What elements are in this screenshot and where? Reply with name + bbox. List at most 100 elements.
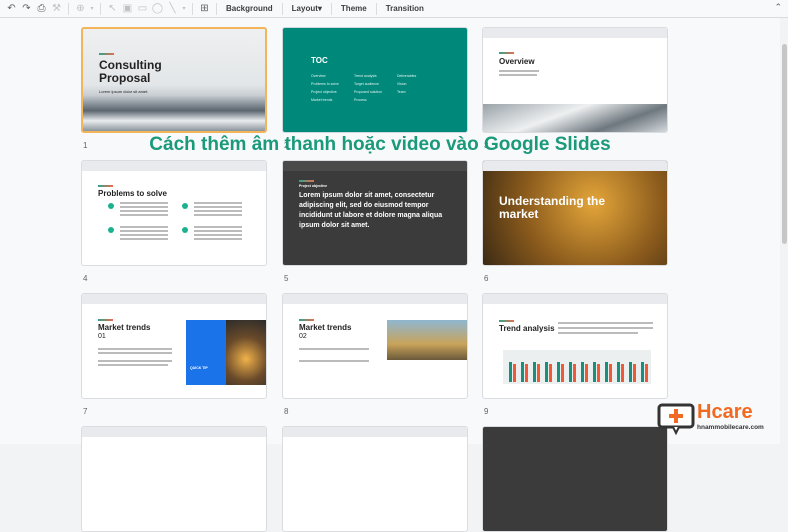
undo-icon[interactable]: ↶: [4, 1, 19, 17]
chart-bar: [537, 364, 540, 382]
text-line: [98, 360, 172, 362]
slide-header: [82, 427, 266, 437]
logo-url: hnammobilecare.com: [697, 424, 764, 431]
phone-plus-icon: [657, 403, 695, 436]
toolbar: ↶ ↷ ⎙ ⚒ ⊕ ▾ ↖ ▣ ▭ ◯ ╲ ▾ ⊞ Background Lay…: [0, 0, 788, 18]
select-icon[interactable]: ↖: [105, 1, 120, 17]
slide-title: Market trends: [299, 323, 352, 332]
slide-8[interactable]: Market trends 02: [282, 293, 468, 399]
slide-number: 8: [284, 407, 289, 416]
divider: [100, 2, 101, 15]
slide-header: [483, 294, 667, 304]
transition-button[interactable]: Transition: [381, 4, 429, 13]
scrollbar[interactable]: [780, 18, 788, 444]
slide-10[interactable]: [81, 426, 267, 532]
divider: [330, 2, 332, 15]
chart-bar: [617, 362, 620, 382]
text-line: [558, 322, 653, 324]
toc-item: Vision: [397, 82, 407, 86]
chart-bar: [545, 362, 548, 382]
bullet-dot: [108, 227, 114, 233]
slide-5[interactable]: Project objective Lorem ipsum dolor sit …: [282, 160, 468, 266]
divider: [216, 2, 217, 15]
slide-12[interactable]: [482, 426, 668, 532]
print-icon[interactable]: ⎙: [34, 1, 49, 17]
text-line: [194, 226, 242, 228]
theme-button[interactable]: Theme: [336, 4, 372, 13]
slide-title: TOC: [311, 56, 328, 65]
scrollbar-thumb[interactable]: [782, 44, 787, 244]
layout-button[interactable]: Layout▾: [287, 4, 327, 13]
accent-bar: [99, 53, 114, 55]
chart-bar: [629, 362, 632, 382]
toc-item: Trend analysis: [354, 74, 377, 78]
slide-number: 5: [284, 274, 289, 283]
toc-item: Problems to solve: [311, 82, 339, 86]
slide-title: Overview: [499, 57, 535, 66]
shape-icon[interactable]: ◯: [150, 1, 165, 17]
slide-4[interactable]: Problems to solve: [81, 160, 267, 266]
background-button[interactable]: Background: [221, 4, 278, 13]
hcare-logo: Hcare hnammobilecare.com: [655, 401, 785, 441]
toc-item: Deliverables: [397, 74, 417, 78]
slide-subtitle: Lorem ipsum dolor sit amet.: [99, 89, 149, 94]
quick-tip-panel: QUICK TIP: [186, 320, 226, 385]
accent-bar: [499, 320, 514, 322]
slide-1[interactable]: Consulting Proposal Lorem ipsum dolor sit…: [81, 27, 267, 133]
slide-number: 7: [83, 407, 88, 416]
textbox-icon[interactable]: ▣: [120, 1, 135, 17]
text-line: [558, 332, 638, 334]
chart-bar: [549, 364, 552, 382]
slide-number: 6: [484, 274, 489, 283]
text-line: [499, 74, 537, 76]
layout-label: Layout: [291, 4, 318, 13]
chart-bar: [605, 362, 608, 382]
chart-bar: [569, 362, 572, 382]
chevron-down-icon[interactable]: ▾: [88, 1, 96, 17]
text-line: [120, 214, 168, 216]
chart-bar: [641, 362, 644, 382]
accent-bar: [499, 52, 514, 54]
accent-bar: [299, 319, 314, 321]
slide-header: [283, 161, 467, 171]
chart-bar: [645, 364, 648, 382]
slide-11[interactable]: [282, 426, 468, 532]
text-line: [120, 206, 168, 208]
paint-format-icon[interactable]: ⚒: [49, 1, 64, 17]
accent-bar: [299, 180, 314, 182]
chart-bar: [597, 364, 600, 382]
divider: [192, 2, 193, 15]
slide-2[interactable]: TOC Overview Problems to solve Project obj…: [282, 27, 468, 133]
chevron-down-icon[interactable]: ▾: [180, 1, 188, 17]
slide-header: [82, 161, 266, 171]
slide-title: Understanding the market: [499, 194, 606, 221]
slide-header: [283, 294, 467, 304]
chart-bar: [593, 362, 596, 382]
slide-7[interactable]: Market trends 01 QUICK TIP: [81, 293, 267, 399]
text-line: [194, 230, 242, 232]
chart-bar: [621, 364, 624, 382]
text-line: [194, 202, 242, 204]
text-line: [120, 234, 168, 236]
zoom-icon[interactable]: ⊕: [73, 1, 88, 17]
slide-3[interactable]: Overview: [482, 27, 668, 133]
slide-header: [483, 28, 667, 38]
collapse-icon[interactable]: ⌃: [774, 2, 782, 13]
slide-6[interactable]: Understanding the market: [482, 160, 668, 266]
bullet-dot: [108, 203, 114, 209]
slide-number: 4: [83, 274, 88, 283]
line-icon[interactable]: ╲: [165, 1, 180, 17]
text-line: [194, 238, 242, 240]
chart-bar: [585, 364, 588, 382]
slide-header: [283, 427, 467, 437]
chart-bar: [573, 364, 576, 382]
accent-bar: [98, 185, 113, 187]
image-icon[interactable]: ▭: [135, 1, 150, 17]
comment-icon[interactable]: ⊞: [197, 1, 212, 17]
overlay-caption: Cách thêm âm thanh hoặc video vào Google…: [149, 134, 611, 155]
toc-item: Overview: [311, 74, 326, 78]
redo-icon[interactable]: ↷: [19, 1, 34, 17]
chart-bar: [561, 364, 564, 382]
slide-9[interactable]: Trend analysis: [482, 293, 668, 399]
chart-bar: [521, 362, 524, 382]
